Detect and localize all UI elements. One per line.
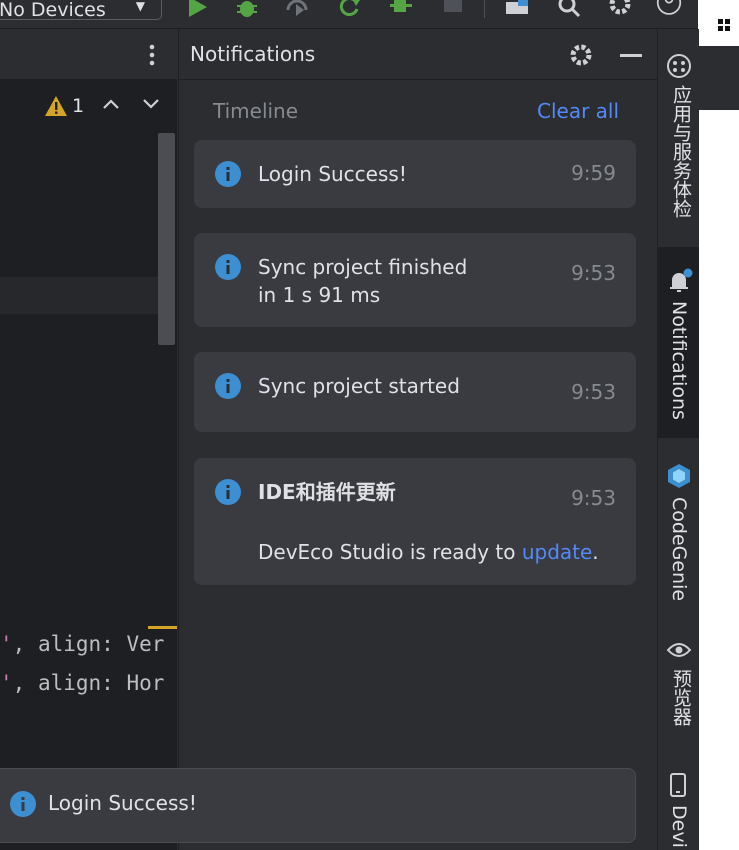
info-icon: [215, 373, 241, 399]
device-icon: [670, 773, 686, 797]
clear-all-link[interactable]: Clear all: [537, 99, 619, 123]
notification-time: 9:53: [571, 261, 616, 285]
notification-card[interactable]: Sync project started 9:53: [194, 352, 636, 432]
health-check-icon: [667, 54, 691, 78]
codegenie-icon: [668, 464, 690, 488]
main-toolbar: No Devices ▼: [0, 0, 698, 29]
warning-marker: [148, 626, 177, 629]
tool-label: Devi: [668, 805, 690, 848]
notification-card[interactable]: Login Success! 9:59: [194, 140, 636, 208]
code-line: ', align: Ver: [0, 632, 165, 656]
tool-label: 预览器: [670, 669, 692, 726]
notification-title: IDE和插件更新: [258, 480, 396, 504]
account-icon[interactable]: [656, 0, 682, 20]
device-selector[interactable]: No Devices ▼: [0, 0, 162, 21]
notification-card[interactable]: IDE和插件更新 9:53 DevEco Studio is ready to …: [194, 458, 636, 585]
info-icon: [10, 791, 36, 817]
current-line-highlight: [0, 277, 160, 314]
notification-time: 9:53: [571, 380, 616, 404]
tool-codegenie[interactable]: CodeGenie: [658, 461, 699, 611]
tool-health-check[interactable]: 应用与服务体检: [658, 49, 699, 249]
tool-label: CodeGenie: [668, 497, 690, 602]
settings-icon[interactable]: [607, 0, 633, 20]
minimize-button[interactable]: [620, 54, 642, 57]
notification-time: 9:53: [571, 486, 616, 510]
tool-window-strip: 应用与服务体检 Notifications CodeGenie 预览器 Devi: [657, 29, 699, 850]
notifications-panel: Notifications Timeline Clear all Login S…: [178, 29, 657, 850]
more-options-icon[interactable]: [146, 43, 158, 67]
info-icon: [215, 254, 241, 280]
profile-icon[interactable]: [284, 0, 310, 20]
code-line: ', align: Hor: [0, 671, 165, 695]
tool-label: 应用与服务体检: [670, 85, 692, 218]
notification-message: in 1 s 91 ms: [258, 283, 381, 307]
chevron-up-icon[interactable]: [102, 97, 120, 111]
notification-body: DevEco Studio is ready to update.: [258, 540, 599, 564]
notification-message: Login Success!: [258, 162, 407, 186]
tool-label: Notifications: [668, 301, 690, 420]
gear-icon[interactable]: [568, 42, 594, 68]
apply-code-changes-icon[interactable]: [388, 0, 414, 20]
run-icon[interactable]: [184, 0, 210, 20]
warning-icon[interactable]: [44, 95, 68, 117]
editor-scrollbar[interactable]: [158, 133, 175, 345]
tool-device[interactable]: Devi: [658, 771, 699, 850]
info-icon: [215, 479, 241, 505]
notification-toast[interactable]: Login Success!: [0, 768, 636, 843]
code-editor[interactable]: 1 ', align: Ver ', align: Hor: [0, 29, 177, 850]
grid-icon: [718, 19, 730, 31]
outer-window-edge: [698, 0, 739, 850]
chevron-down-icon: ▼: [135, 0, 145, 13]
notification-message: Sync project started: [258, 374, 460, 398]
panel-header: Notifications: [179, 29, 657, 80]
warning-count: 1: [72, 95, 85, 117]
panel-title: Notifications: [190, 42, 316, 66]
tool-previewer[interactable]: 预览器: [658, 637, 699, 747]
search-icon[interactable]: [556, 0, 582, 20]
toolbar-separator: [484, 0, 485, 18]
device-manager-icon[interactable]: [504, 0, 530, 20]
stop-icon[interactable]: [440, 0, 466, 20]
notification-time: 9:59: [571, 161, 616, 185]
chevron-down-icon[interactable]: [142, 97, 160, 111]
toast-message: Login Success!: [48, 791, 197, 815]
device-selector-label: No Devices: [0, 0, 106, 21]
bell-icon: [670, 268, 693, 292]
tool-notifications[interactable]: Notifications: [658, 267, 699, 437]
editor-tab-bar: [0, 29, 177, 80]
notification-message: Sync project finished: [258, 255, 468, 279]
notification-card[interactable]: Sync project finished in 1 s 91 ms 9:53: [194, 233, 636, 327]
info-icon: [215, 161, 241, 187]
eye-icon: [666, 643, 692, 657]
timeline-label: Timeline: [213, 99, 299, 123]
update-link[interactable]: update: [522, 540, 592, 564]
outer-window-dark-block: [698, 46, 739, 110]
apply-changes-icon[interactable]: [336, 0, 362, 20]
debug-icon[interactable]: [234, 0, 260, 20]
